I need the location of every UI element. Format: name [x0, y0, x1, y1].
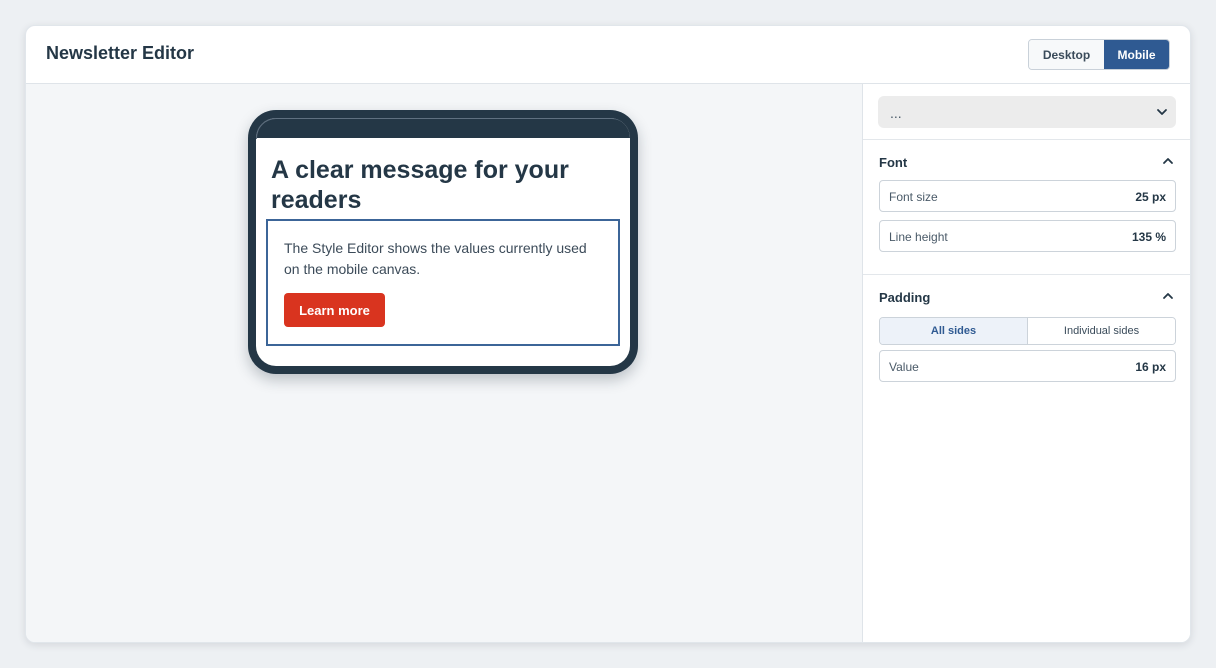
padding-value: 16 px — [1135, 360, 1166, 374]
element-select[interactable]: ... — [878, 96, 1176, 128]
selected-content-block[interactable]: The Style Editor shows the values curren… — [266, 219, 620, 346]
preview-canvas: A clear message for your readers The Sty… — [26, 84, 862, 642]
panel-divider — [863, 274, 1190, 275]
padding-value-field[interactable]: Value 16 px — [879, 350, 1176, 382]
element-select-value: ... — [890, 105, 902, 121]
line-height-field[interactable]: Line height 135 % — [879, 220, 1176, 252]
font-section-title: Font — [879, 155, 908, 170]
chevron-up-icon[interactable] — [1162, 290, 1174, 302]
page-title: Newsletter Editor — [46, 43, 195, 63]
line-height-value: 135 % — [1131, 230, 1166, 244]
font-size-value: 25 px — [1135, 190, 1166, 204]
mobile-device-frame: A clear message for your readers The Sty… — [248, 110, 638, 374]
top-bar: Newsletter Editor Desktop Mobile — [26, 26, 1190, 84]
chevron-down-icon — [1157, 109, 1167, 115]
view-toggle: Desktop Mobile — [1028, 39, 1170, 70]
style-editor-panel: ... Font Font size 25 px Line height 135… — [862, 84, 1190, 642]
tab-individual-sides[interactable]: Individual sides — [1028, 318, 1175, 344]
font-size-field[interactable]: Font size 25 px — [879, 180, 1176, 212]
desktop-view-button[interactable]: Desktop — [1029, 40, 1104, 69]
line-height-label: Line height — [889, 230, 948, 244]
font-size-label: Font size — [889, 190, 938, 204]
chevron-up-icon[interactable] — [1162, 155, 1174, 167]
app-window: Newsletter Editor Desktop Mobile A clear… — [25, 25, 1191, 643]
tab-all-sides[interactable]: All sides — [880, 318, 1028, 344]
padding-value-label: Value — [889, 360, 919, 374]
newsletter-headline[interactable]: A clear message for your readers — [271, 155, 611, 215]
learn-more-button[interactable]: Learn more — [284, 293, 385, 327]
mobile-view-button[interactable]: Mobile — [1104, 40, 1169, 69]
mobile-screen: A clear message for your readers The Sty… — [256, 118, 630, 366]
newsletter-body-text[interactable]: The Style Editor shows the values curren… — [284, 238, 604, 280]
device-status-bar — [256, 118, 630, 139]
panel-divider — [863, 139, 1190, 140]
padding-section-title: Padding — [879, 290, 931, 305]
padding-mode-tabs: All sides Individual sides — [879, 317, 1176, 345]
